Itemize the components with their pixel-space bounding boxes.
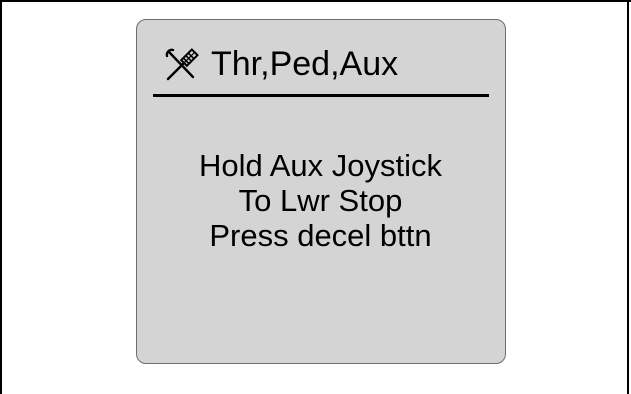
message-line: Press decel bttn	[209, 218, 432, 253]
display-screen: Thr,Ped,Aux Hold Aux Joystick To Lwr Sto…	[136, 19, 506, 364]
instruction-message: Hold Aux Joystick To Lwr Stop Press dece…	[137, 148, 504, 253]
screen-header: Thr,Ped,Aux	[153, 40, 489, 98]
frame-top-border	[0, 0, 631, 2]
message-line: To Lwr Stop	[238, 183, 403, 218]
frame-left-border	[0, 0, 2, 394]
frame-right-border	[627, 0, 629, 394]
message-line: Hold Aux Joystick	[199, 148, 442, 183]
tools-icon	[165, 48, 199, 81]
page-title: Thr,Ped,Aux	[211, 45, 399, 83]
figure-frame: Thr,Ped,Aux Hold Aux Joystick To Lwr Sto…	[0, 0, 631, 394]
title-divider	[153, 94, 489, 97]
